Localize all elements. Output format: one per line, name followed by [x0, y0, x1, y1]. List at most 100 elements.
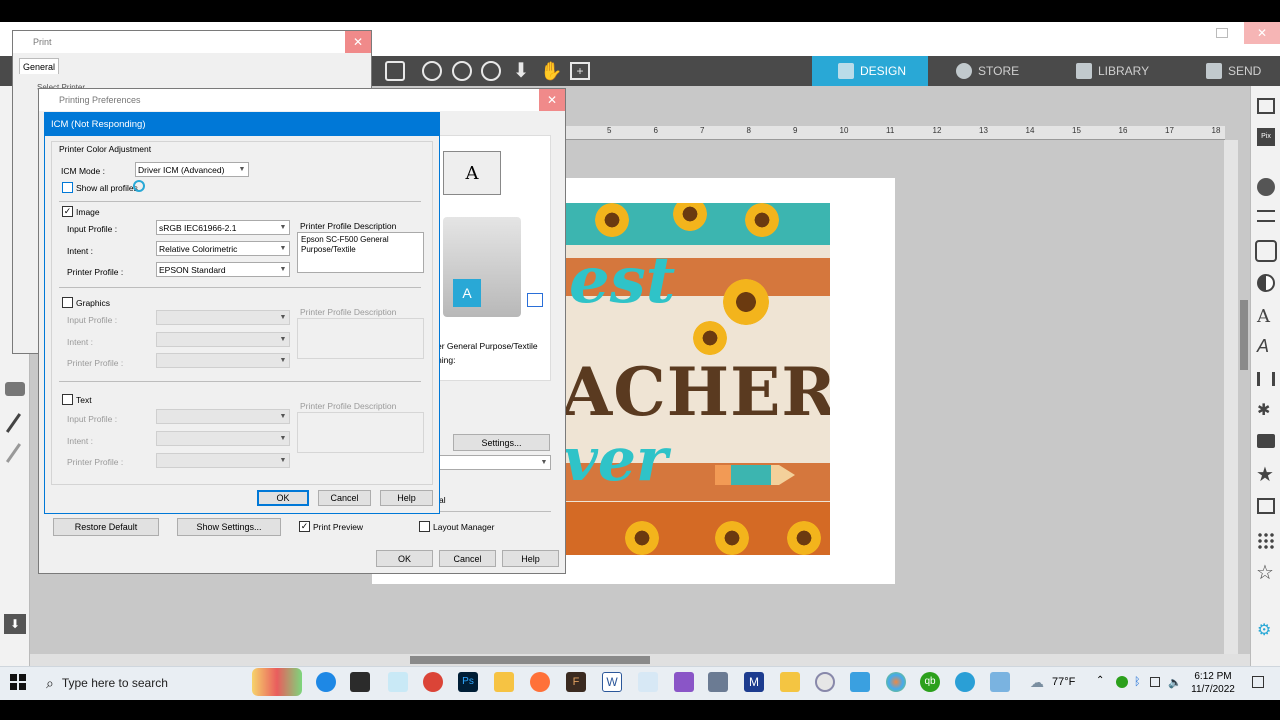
edge-icon[interactable]: [316, 672, 336, 692]
select-icon[interactable]: [385, 61, 405, 81]
prefs-ok-button[interactable]: OK: [376, 550, 433, 567]
align-icon[interactable]: [1257, 372, 1275, 386]
zoom-fit-icon[interactable]: [481, 61, 501, 81]
silhouette-icon[interactable]: [955, 672, 975, 692]
sunflower-icon: [595, 203, 629, 237]
pan-hand-icon[interactable]: ✋: [540, 60, 562, 82]
trace-icon[interactable]: [1255, 240, 1277, 262]
ruler-mark: 12: [932, 126, 942, 135]
graphics-checkbox[interactable]: Graphics: [62, 297, 110, 308]
offset-icon[interactable]: [1257, 532, 1275, 550]
zoom-out-icon[interactable]: [452, 61, 472, 81]
star-icon[interactable]: ★: [1256, 462, 1274, 487]
printer-profile-select[interactable]: EPSON Standard ▼: [156, 262, 290, 277]
art-text-line1: est: [569, 243, 676, 318]
restore-default-button[interactable]: Restore Default: [53, 518, 159, 536]
eyedropper-icon[interactable]: [5, 443, 22, 463]
text-icon[interactable]: A: [1257, 306, 1270, 327]
print-preview-checkbox[interactable]: ✓ Print Preview: [299, 521, 363, 532]
prefs-combo[interactable]: ▼: [437, 455, 551, 470]
graphics-input-profile-select: ▼: [156, 310, 290, 325]
taskbar-search[interactable]: ⌕ Type here to search: [38, 668, 248, 698]
transform-icon[interactable]: [1257, 498, 1275, 514]
print-close-icon[interactable]: ✕: [345, 31, 371, 53]
bluetooth-icon[interactable]: ᛒ: [1134, 676, 1141, 688]
vertical-scroll-thumb[interactable]: [1240, 300, 1248, 370]
design-artwork[interactable]: est ACHER ver: [565, 203, 830, 555]
prefs-dialog-title: Printing Preferences: [59, 95, 141, 105]
color-app-icon[interactable]: [886, 672, 906, 692]
display-icon[interactable]: [990, 672, 1010, 692]
layout-manager-checkbox[interactable]: Layout Manager: [419, 521, 494, 532]
move-down-icon[interactable]: ⬇: [510, 60, 532, 82]
intent-select[interactable]: Relative Colorimetric ▼: [156, 241, 290, 256]
fax-icon[interactable]: [638, 672, 658, 692]
prefs-close-icon[interactable]: ✕: [539, 89, 565, 111]
star-outline-icon[interactable]: ☆: [1256, 560, 1274, 585]
import-icon[interactable]: ⬇: [4, 614, 26, 634]
volume-icon[interactable]: 🔈: [1168, 676, 1182, 689]
line-style-icon[interactable]: [1257, 210, 1275, 222]
contrast-icon[interactable]: [1257, 274, 1275, 292]
sunflower-icon: [745, 203, 779, 237]
text-style-icon[interactable]: A: [1257, 336, 1269, 357]
font-app-icon[interactable]: F: [566, 672, 586, 692]
ruler-mark: 16: [1118, 126, 1128, 135]
prefs-cancel-button[interactable]: Cancel: [439, 550, 496, 567]
file-explorer-icon[interactable]: [780, 672, 800, 692]
tray-qb-icon[interactable]: [1116, 676, 1128, 688]
pixscan-icon[interactable]: Pix: [1257, 128, 1275, 146]
tab-store[interactable]: STORE: [930, 56, 1048, 86]
add-page-icon[interactable]: +: [570, 62, 590, 80]
photoshop-icon[interactable]: Ps: [458, 672, 478, 692]
tab-library[interactable]: LIBRARY: [1050, 56, 1180, 86]
icm-help-button[interactable]: Help: [380, 490, 433, 506]
image-checkbox[interactable]: ✓ Image: [62, 206, 100, 217]
horizontal-scroll-thumb[interactable]: [410, 656, 650, 664]
page-setup-icon[interactable]: [1257, 98, 1275, 114]
cortana-icon[interactable]: [815, 672, 835, 692]
replicate-icon[interactable]: ✱: [1257, 400, 1270, 420]
modify-icon[interactable]: [1257, 434, 1275, 448]
show-settings-button[interactable]: Show Settings...: [177, 518, 281, 536]
app-icon[interactable]: [850, 672, 870, 692]
network-icon[interactable]: [1150, 677, 1160, 687]
chrome-icon[interactable]: [423, 672, 443, 692]
settings-gear-icon[interactable]: ⚙: [1257, 620, 1271, 640]
quickbooks-icon[interactable]: qb: [920, 672, 940, 692]
text-checkbox[interactable]: Text: [62, 394, 92, 405]
icm-title: ICM (Not Responding): [45, 113, 439, 136]
notifications-icon[interactable]: [1252, 676, 1264, 688]
eraser-icon[interactable]: [5, 382, 25, 396]
sticky-app-icon[interactable]: [350, 672, 370, 692]
tools-icon[interactable]: [708, 672, 728, 692]
prefs-help-button[interactable]: Help: [502, 550, 559, 567]
app-close-icon[interactable]: ✕: [1244, 22, 1280, 44]
firefox-icon[interactable]: [530, 672, 550, 692]
clock[interactable]: 6:12 PM 11/7/2022: [1188, 670, 1238, 696]
ruler-mark: 10: [839, 126, 849, 135]
affinity-icon[interactable]: [674, 672, 694, 692]
icm-mode-select[interactable]: Driver ICM (Advanced) ▼: [135, 162, 249, 177]
snip-icon[interactable]: [388, 672, 408, 692]
chevron-up-icon[interactable]: ⌃: [1096, 675, 1104, 686]
icm-ok-button[interactable]: OK: [257, 490, 309, 506]
ruler-mark: 15: [1072, 126, 1081, 135]
windows-start-icon[interactable]: [10, 674, 26, 690]
word-icon[interactable]: W: [602, 672, 622, 692]
photos-icon[interactable]: [494, 672, 514, 692]
knife-icon[interactable]: [5, 413, 22, 433]
settings-button[interactable]: Settings...: [453, 434, 550, 451]
malwarebytes-icon[interactable]: M: [744, 672, 764, 692]
zoom-in-icon[interactable]: [422, 61, 442, 81]
sunflower-icon: [723, 279, 769, 325]
tab-send[interactable]: SEND: [1180, 56, 1280, 86]
tab-design[interactable]: DESIGN: [812, 56, 928, 86]
fill-color-icon[interactable]: [1257, 178, 1275, 196]
input-profile-select[interactable]: sRGB IEC61966-2.1 ▼: [156, 220, 290, 235]
tab-general[interactable]: General: [19, 58, 59, 74]
icm-cancel-button[interactable]: Cancel: [318, 490, 371, 506]
show-all-profiles-checkbox[interactable]: Show all profiles: [62, 182, 138, 193]
restore-icon[interactable]: [1216, 28, 1228, 38]
flasks-icon[interactable]: [252, 668, 302, 696]
